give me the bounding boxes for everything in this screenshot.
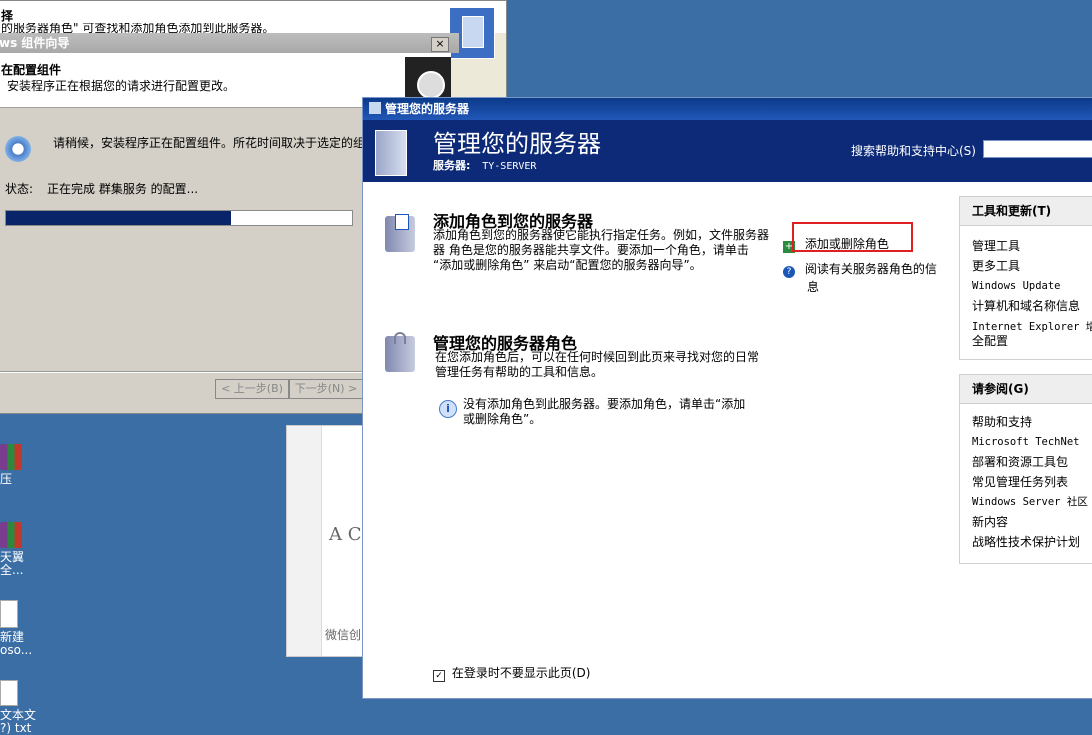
setup-gear-icon: [5, 136, 31, 162]
see-also-header[interactable]: 请参阅(G): [960, 375, 1092, 404]
banner: 管理您的服务器 服务器: TY-SERVER 搜索帮助和支持中心(S): [363, 120, 1092, 182]
wizard-status-label: 状态:: [5, 182, 34, 196]
help-question-icon: ?: [783, 266, 795, 278]
wizard-parent-header: 择 的服务器角色" 可查找和添加角色添加到此服务器。: [0, 1, 506, 59]
section-add-role-desc-2: 器 角色是您的服务器能共享文件。要添加一个角色，请单击: [433, 243, 749, 257]
window-app-icon: [369, 102, 381, 114]
desktop-icon-new-doc[interactable]: 新建 oso...: [0, 600, 46, 657]
section-manage-roles-desc-2: 管理任务有帮助的工具和信息。: [435, 365, 604, 379]
tools-updates-panel: 工具和更新(T) 管理工具 更多工具 Windows Update 计算机和域名…: [959, 196, 1092, 360]
wizard-parent-title: 择: [1, 9, 14, 23]
archive-icon: [0, 522, 22, 548]
dont-show-checkbox[interactable]: ✓: [433, 670, 445, 682]
background-document: A C 微信创: [286, 425, 368, 657]
clipboard-check-icon: [395, 214, 409, 230]
window-title: 管理您的服务器: [385, 102, 470, 116]
wizard-title-bar: ws 组件向导: [0, 33, 459, 53]
see-also-item[interactable]: 新内容: [960, 512, 1092, 532]
dont-show-checkbox-label: 在登录时不要显示此页(D): [451, 666, 591, 680]
dont-show-checkbox-row[interactable]: ✓ 在登录时不要显示此页(D): [433, 664, 590, 682]
archive-icon: [0, 444, 22, 470]
section-add-role-desc-3: “添加或删除角色” 来启动“配置您的服务器向导”。: [433, 258, 702, 272]
server-tower-icon: [375, 130, 407, 176]
see-also-item[interactable]: 战略性技术保护计划: [960, 532, 1092, 552]
notepad-icon: [0, 680, 18, 706]
lock-icon: [394, 332, 406, 344]
tools-item[interactable]: Windows Update: [960, 276, 1092, 296]
tools-item[interactable]: 管理工具: [960, 236, 1092, 256]
tools-item[interactable]: Internet Explorer 增: [960, 320, 1092, 334]
wizard-header-title: 在配置组件: [1, 63, 62, 77]
section-manage-roles-desc-1: 在您添加角色后，可以在任何时候回到此页来寻找对您的日常: [435, 350, 760, 364]
wizard-header-desc: 安装程序正在根据您的请求进行配置更改。: [7, 79, 236, 93]
section-add-role-desc-1: 添加角色到您的服务器使它能执行指定任务。例如，文件服务器: [433, 228, 770, 242]
manage-server-window: 管理您的服务器 管理您的服务器 服务器: TY-SERVER 搜索帮助和支持中心…: [362, 97, 1092, 699]
desktop-icon-label: 压: [0, 472, 13, 486]
server-label: 服务器: TY-SERVER: [433, 157, 536, 173]
desktop-icon-label: 全...: [0, 563, 24, 577]
server-label-text: 服务器:: [433, 159, 471, 172]
tools-item[interactable]: 计算机和域名称信息: [960, 296, 1092, 316]
tools-item[interactable]: 更多工具: [960, 256, 1092, 276]
wizard-status-value: 正在完成 群集服务 的配置...: [47, 182, 199, 196]
wizard-progress-fill: [6, 211, 231, 225]
desktop-icon-archive[interactable]: 压: [0, 444, 46, 486]
wizard-progress-bar: [5, 210, 353, 226]
wizard-back-button[interactable]: < 上一步(B): [215, 379, 289, 399]
add-role-icon: [385, 214, 415, 252]
wizard-title: ws 组件向导: [0, 36, 70, 50]
see-also-item[interactable]: 部署和资源工具包: [960, 452, 1092, 472]
no-roles-info-2: 或删除角色”。: [463, 412, 542, 426]
manage-server-title-bar: 管理您的服务器: [363, 98, 1092, 120]
see-also-item[interactable]: Microsoft TechNet: [960, 432, 1092, 452]
wizard-parent-subtitle: 的服务器角色" 可查找和添加角色添加到此服务器。: [1, 23, 275, 33]
document-letter: A C: [329, 524, 362, 545]
search-input[interactable]: [983, 140, 1092, 158]
desktop-icon-label: oso...: [0, 643, 33, 657]
read-roles-info-text-1: 阅读有关服务器角色的信: [804, 262, 937, 276]
annotation-highlight-box: [792, 222, 913, 252]
wizard-next-button[interactable]: 下一步(N) >: [289, 379, 363, 399]
desktop-icon-text-file[interactable]: 文本文 ?) txt: [0, 680, 46, 735]
wizard-close-button[interactable]: ×: [431, 37, 449, 52]
wizard-wait-text: 请稍候，安装程序正在配置组件。所花时间取决于选定的组: [53, 136, 366, 150]
search-label: 搜索帮助和支持中心(S): [851, 144, 976, 158]
no-roles-info-1: 没有添加角色到此服务器。要添加角色，请单击“添加: [463, 397, 746, 411]
banner-title: 管理您的服务器: [433, 130, 601, 158]
manage-roles-icon: [385, 332, 415, 372]
see-also-panel: 请参阅(G) 帮助和支持 Microsoft TechNet 部署和资源工具包 …: [959, 374, 1092, 564]
desktop-icon-tianyi[interactable]: 天翼 全...: [0, 522, 46, 577]
see-also-item[interactable]: Windows Server 社区: [960, 492, 1092, 512]
desktop-icon-label: ?) txt: [0, 721, 32, 735]
server-name: TY-SERVER: [482, 161, 537, 172]
tools-item[interactable]: 全配置: [960, 334, 1092, 348]
read-roles-info-link[interactable]: ? 阅读有关服务器角色的信 息: [783, 260, 937, 295]
tools-updates-header[interactable]: 工具和更新(T): [960, 197, 1092, 226]
see-also-item[interactable]: 帮助和支持: [960, 412, 1092, 432]
read-roles-info-text-2: 息: [807, 280, 820, 294]
see-also-item[interactable]: 常见管理任务列表: [960, 472, 1092, 492]
info-icon: i: [439, 400, 457, 418]
document-icon: [0, 600, 18, 628]
document-text: 微信创: [325, 628, 362, 642]
